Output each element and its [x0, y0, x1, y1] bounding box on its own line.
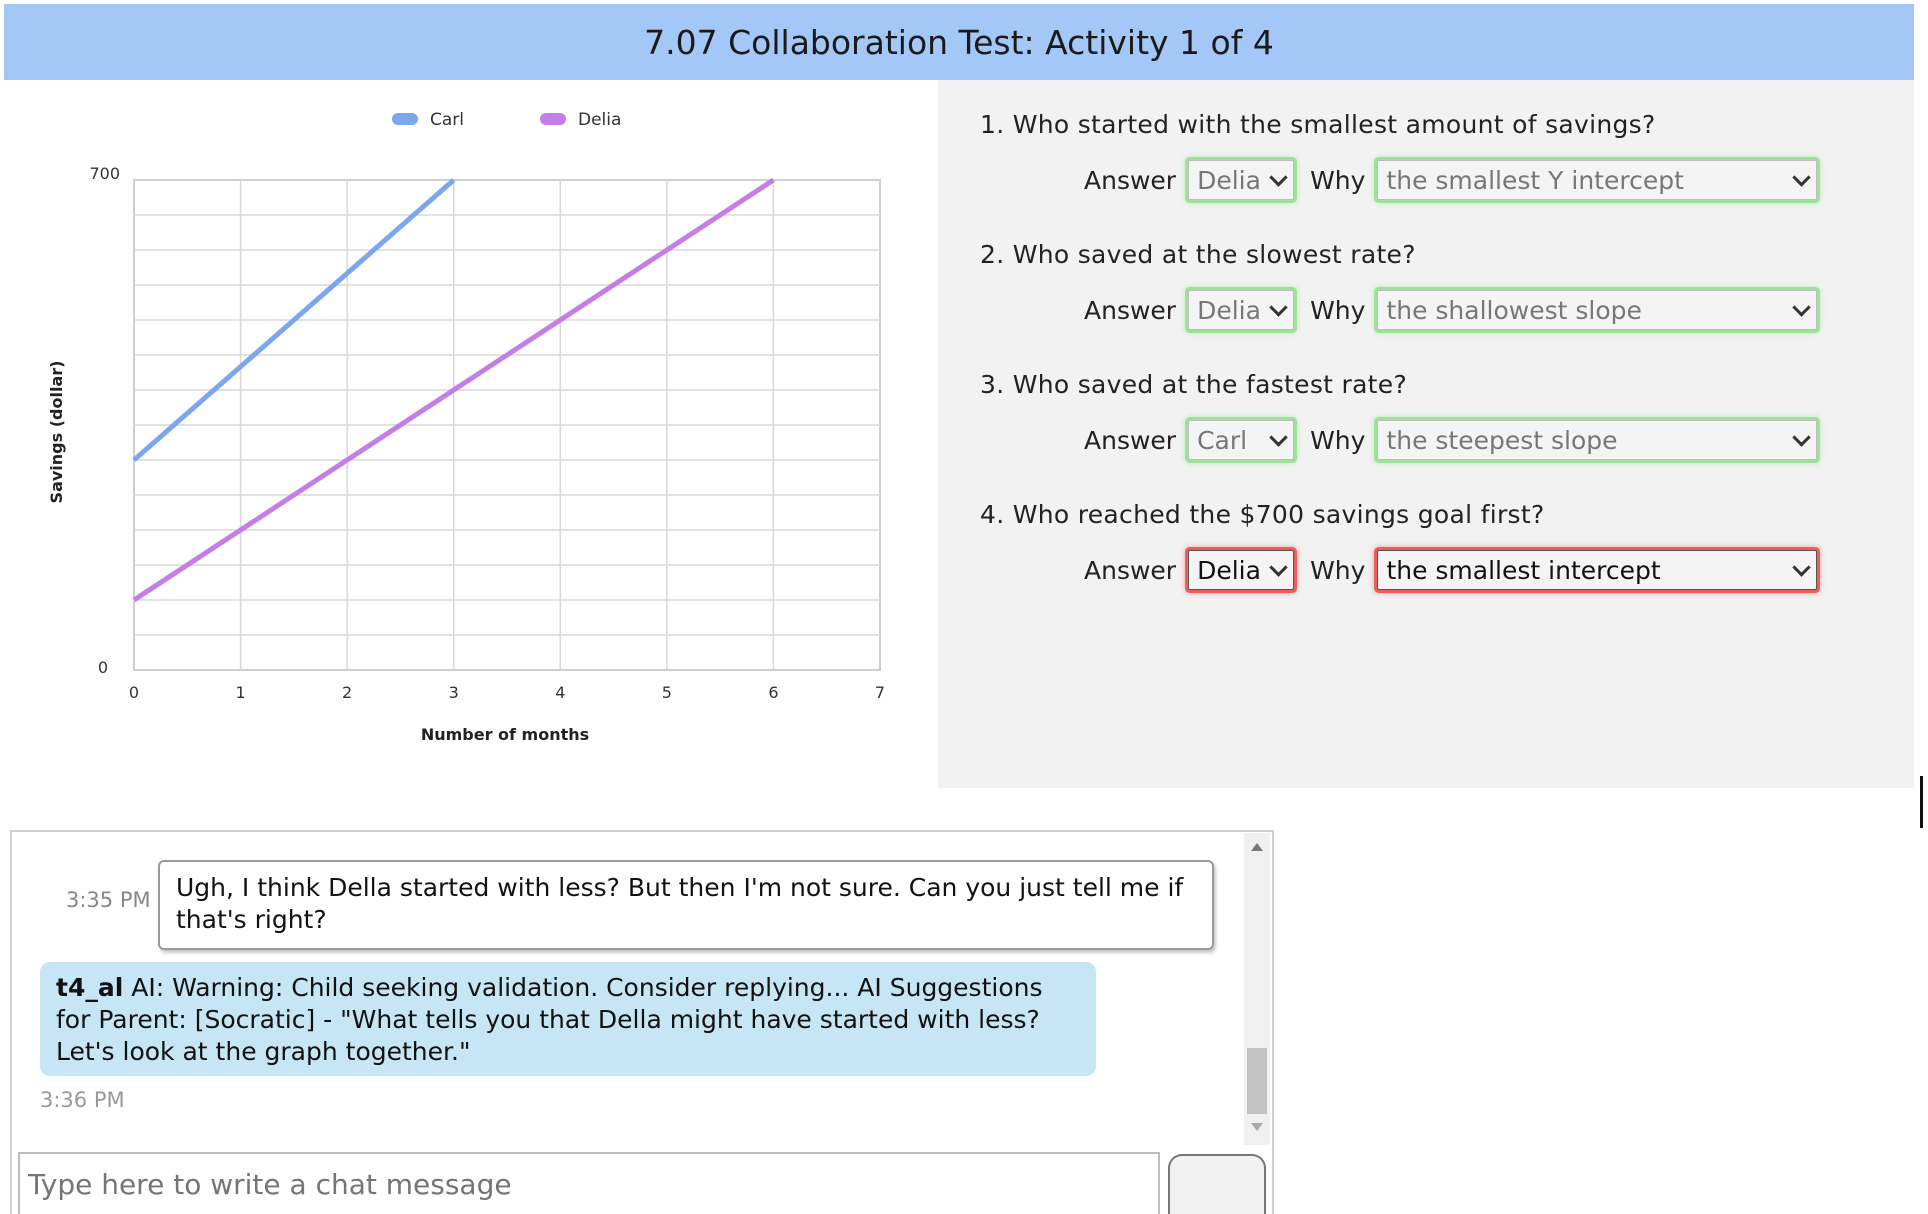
answer-value: Carl [1197, 425, 1248, 455]
why-label: Why [1310, 425, 1366, 455]
y-tick-label: 0 [98, 658, 108, 677]
x-tick-label: 6 [768, 683, 778, 702]
x-tick-label: 2 [342, 683, 352, 702]
x-tick-label: 4 [555, 683, 565, 702]
answer-value: Delia [1197, 165, 1261, 195]
question-text: 3. Who saved at the fastest rate? [980, 370, 1408, 399]
message-timestamp: 3:36 PM [40, 1088, 125, 1112]
scroll-up-icon[interactable] [1251, 843, 1263, 851]
page-title: 7.07 Collaboration Test: Activity 1 of 4 [4, 4, 1914, 80]
why-value: the shallowest slope [1386, 295, 1642, 325]
chevron-down-icon [1792, 557, 1812, 577]
answer-select[interactable]: Delia [1188, 290, 1295, 330]
answer-select[interactable]: Delia [1188, 550, 1295, 590]
why-select[interactable]: the smallest Y intercept [1377, 160, 1818, 200]
y-tick-label: 700 [89, 164, 120, 183]
chevron-down-icon [1269, 297, 1288, 317]
why-select[interactable]: the smallest intercept [1377, 550, 1818, 590]
chevron-down-icon [1269, 167, 1288, 187]
why-value: the smallest intercept [1386, 555, 1661, 585]
question-4: 4. Who reached the $700 savings goal fir… [980, 500, 1880, 630]
question-2: 2. Who saved at the slowest rate? Answer… [980, 240, 1880, 370]
message-text: AI: Warning: Child seeking validation. C… [56, 973, 1043, 1066]
answer-select[interactable]: Delia [1188, 160, 1295, 200]
answer-select[interactable]: Carl [1188, 420, 1295, 460]
why-value: the smallest Y intercept [1386, 165, 1684, 195]
chevron-down-icon [1269, 427, 1288, 447]
scroll-down-icon[interactable] [1251, 1123, 1263, 1131]
answer-value: Delia [1197, 295, 1261, 325]
answer-label: Answer [1084, 295, 1177, 325]
chat-message-input[interactable] [18, 1152, 1160, 1214]
why-select[interactable]: the shallowest slope [1377, 290, 1818, 330]
send-button[interactable] [1168, 1154, 1266, 1214]
chevron-down-icon [1269, 557, 1288, 577]
chevron-down-icon [1792, 427, 1812, 447]
x-tick-label: 5 [662, 683, 672, 702]
legend-label-delia: Delia [578, 110, 621, 130]
questions-panel: 1. Who started with the smallest amount … [980, 110, 1880, 630]
message-timestamp: 3:35 PM [66, 888, 151, 912]
why-label: Why [1310, 555, 1366, 585]
savings-chart: 0 1 2 3 4 5 6 7 0 700 Number of months Savings (dol… [47, 110, 885, 744]
chat-scrollbar[interactable] [1244, 833, 1270, 1145]
question-text: 1. Who started with the smallest amount … [980, 110, 1656, 139]
x-tick-label: 3 [449, 683, 459, 702]
legend-swatch-carl [392, 113, 418, 125]
chat-message-ai: t4_al AI: Warning: Child seeking validat… [40, 962, 1096, 1076]
chat-message-user: Ugh, I think Della started with less? Bu… [158, 860, 1214, 950]
x-tick-label: 7 [875, 683, 885, 702]
why-label: Why [1310, 295, 1366, 325]
answer-label: Answer [1084, 555, 1177, 585]
answer-label: Answer [1084, 165, 1177, 195]
question-text: 4. Who reached the $700 savings goal fir… [980, 500, 1545, 529]
legend-swatch-delia [540, 113, 566, 125]
scroll-thumb[interactable] [1247, 1048, 1267, 1114]
y-axis-label: Savings (dollar) [47, 361, 66, 504]
chevron-down-icon [1792, 167, 1812, 187]
answer-value: Delia [1197, 555, 1261, 585]
x-tick-label: 0 [129, 683, 139, 702]
message-sender: t4_al [56, 973, 124, 1002]
why-label: Why [1310, 165, 1366, 195]
question-1: 1. Who started with the smallest amount … [980, 110, 1880, 240]
why-select[interactable]: the steepest slope [1377, 420, 1818, 460]
why-value: the steepest slope [1386, 425, 1618, 455]
legend-label-carl: Carl [430, 110, 464, 130]
chart-panel: 0 1 2 3 4 5 6 7 0 700 Number of months Savings (dol… [4, 80, 938, 788]
chevron-down-icon [1792, 297, 1812, 317]
text-cursor [1920, 776, 1923, 828]
question-text: 2. Who saved at the slowest rate? [980, 240, 1416, 269]
answer-label: Answer [1084, 425, 1177, 455]
question-3: 3. Who saved at the fastest rate? Answer… [980, 370, 1880, 500]
x-axis-label: Number of months [421, 725, 589, 744]
x-tick-label: 1 [235, 683, 245, 702]
